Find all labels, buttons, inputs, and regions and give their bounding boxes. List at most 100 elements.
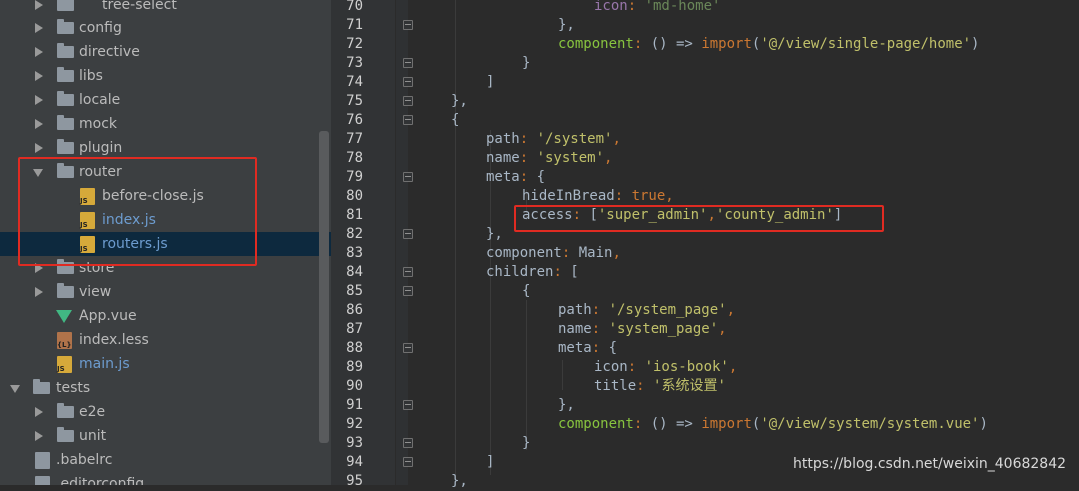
- code-token: 'system_page': [608, 321, 719, 337]
- line-number: 74: [346, 74, 363, 90]
- chevron-right-icon[interactable]: [35, 287, 43, 297]
- code-line-92[interactable]: component: () => import('@/view/system/s…: [558, 415, 988, 434]
- chevron-right-icon[interactable]: [35, 47, 43, 57]
- code-token: [: [570, 264, 579, 280]
- tree-item-locale[interactable]: locale: [0, 88, 318, 112]
- code-line-79[interactable]: meta: {: [486, 168, 545, 187]
- chevron-right-icon[interactable]: [35, 71, 43, 81]
- tree-item-config[interactable]: config: [0, 16, 318, 40]
- tree-item-unit[interactable]: unit: [0, 424, 318, 448]
- fold-marker-icon[interactable]: [403, 286, 413, 296]
- fold-marker-icon[interactable]: [403, 438, 413, 448]
- code-token: },: [486, 226, 503, 242]
- code-line-88[interactable]: meta: {: [558, 339, 617, 358]
- line-number: 86: [346, 302, 363, 318]
- tree-item-index-less[interactable]: index.less: [0, 328, 318, 352]
- code-line-94[interactable]: ]: [486, 453, 494, 472]
- code-token: name: [558, 321, 592, 337]
- line-number: 88: [346, 340, 363, 356]
- code-line-71[interactable]: },: [558, 16, 575, 35]
- fold-marker-icon[interactable]: [403, 343, 413, 353]
- chevron-right-icon[interactable]: [35, 119, 43, 129]
- code-line-78[interactable]: name: 'system',: [486, 149, 612, 168]
- fold-marker-icon[interactable]: [403, 267, 413, 277]
- code-token: '@/view/single-page/home': [760, 36, 972, 52]
- folder-icon: [57, 283, 74, 298]
- fold-marker-icon[interactable]: [403, 172, 413, 182]
- code-line-87[interactable]: name: 'system_page',: [558, 320, 727, 339]
- code-line-93[interactable]: }: [522, 434, 530, 453]
- chevron-right-icon[interactable]: [35, 407, 43, 417]
- code-line-95[interactable]: },: [451, 472, 468, 491]
- tree-item-label: mock: [79, 116, 118, 132]
- code-token: import: [701, 36, 752, 52]
- code-token: '/system_page': [608, 302, 727, 318]
- code-token: ]: [486, 454, 495, 470]
- code-line-82[interactable]: },: [486, 225, 503, 244]
- code-line-83[interactable]: component: Main,: [486, 244, 621, 263]
- code-line-76[interactable]: {: [451, 111, 459, 130]
- code-line-75[interactable]: },: [451, 92, 468, 111]
- chevron-right-icon[interactable]: [35, 23, 43, 33]
- code-line-90[interactable]: title: '系统设置': [594, 377, 726, 396]
- fold-marker-icon[interactable]: [403, 457, 413, 467]
- line-number: 77: [346, 131, 363, 147]
- line-number: 80: [346, 188, 363, 204]
- code-line-70[interactable]: icon: 'md-home': [594, 0, 720, 16]
- line-number: 81: [346, 207, 363, 223]
- tree-item-directive[interactable]: directive: [0, 40, 318, 64]
- tree-item-mock[interactable]: mock: [0, 112, 318, 136]
- tree-item-main-js[interactable]: main.js: [0, 352, 318, 376]
- fold-marker-icon[interactable]: [403, 58, 413, 68]
- code-token: 'system': [536, 150, 605, 166]
- chevron-right-icon[interactable]: [35, 95, 43, 105]
- tree-item-e2e[interactable]: e2e: [0, 400, 318, 424]
- tree-item-babelrc[interactable]: .babelrc: [0, 448, 318, 472]
- tree-item-libs[interactable]: libs: [0, 64, 318, 88]
- code-token: path: [486, 131, 520, 147]
- code-token: children: [486, 264, 554, 280]
- fold-marker-icon[interactable]: [403, 400, 413, 410]
- tree-item-app-vue[interactable]: App.vue: [0, 304, 318, 328]
- tree-item-tests[interactable]: tests: [0, 376, 318, 400]
- code-line-85[interactable]: {: [522, 282, 530, 301]
- code-line-74[interactable]: ]: [486, 73, 494, 92]
- tree-item-view[interactable]: view: [0, 280, 318, 304]
- code-token: ]: [486, 74, 495, 90]
- chevron-right-icon[interactable]: [35, 143, 43, 153]
- code-line-73[interactable]: }: [522, 54, 530, 73]
- fold-marker-icon[interactable]: [403, 229, 413, 239]
- chevron-down-icon[interactable]: [10, 385, 20, 393]
- code-line-86[interactable]: path: '/system_page',: [558, 301, 735, 320]
- tree-scrollbar[interactable]: [319, 131, 329, 443]
- less-file-icon: [57, 332, 72, 349]
- code-line-89[interactable]: icon: 'ios-book',: [594, 358, 737, 377]
- folder-icon: [57, 427, 74, 442]
- chevron-right-icon[interactable]: [35, 431, 43, 441]
- fold-marker-icon[interactable]: [403, 77, 413, 87]
- folder-icon: [57, 403, 74, 418]
- folder-icon: [57, 67, 74, 82]
- code-token: component: [558, 416, 634, 432]
- code-line-91[interactable]: },: [558, 396, 575, 415]
- code-line-84[interactable]: children: [: [486, 263, 579, 282]
- code-line-77[interactable]: path: '/system',: [486, 130, 621, 149]
- line-number: 94: [346, 454, 363, 470]
- line-number: 79: [346, 169, 363, 185]
- tree-item-tree-select[interactable]: tree-select: [0, 0, 318, 17]
- fold-marker-icon[interactable]: [403, 20, 413, 30]
- code-line-72[interactable]: component: () => import('@/view/single-p…: [558, 35, 979, 54]
- line-number: 76: [346, 112, 363, 128]
- fold-marker-icon[interactable]: [403, 115, 413, 125]
- chevron-right-icon[interactable]: [35, 0, 43, 10]
- tree-item-editorconfig[interactable]: .editorconfig: [0, 472, 318, 485]
- folder-icon: [57, 115, 74, 130]
- tree-item-label: .babelrc: [56, 452, 113, 468]
- fold-gutter: [396, 0, 408, 485]
- indent-guide: [526, 300, 527, 450]
- code-token: '/system': [536, 131, 613, 147]
- code-token: component: [486, 245, 562, 261]
- code-token: },: [558, 17, 575, 33]
- code-line-80[interactable]: hideInBread: true,: [522, 187, 674, 206]
- fold-marker-icon[interactable]: [403, 96, 413, 106]
